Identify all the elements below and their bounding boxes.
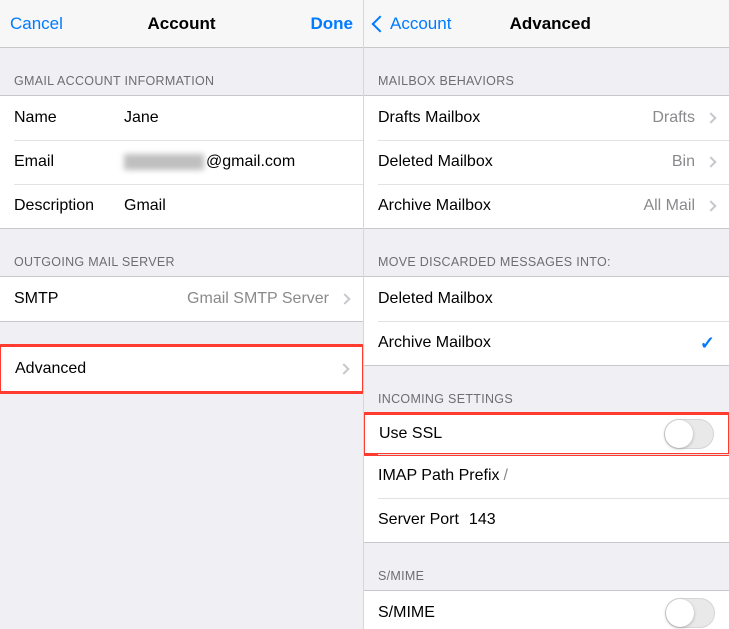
- archive-value: All Mail: [537, 197, 702, 215]
- row-server-port[interactable]: Server Port 143: [364, 498, 729, 542]
- group-advanced-highlight: Advanced: [0, 344, 364, 394]
- description-value: Gmail: [124, 197, 349, 215]
- navbar-title-account: Account: [80, 14, 283, 34]
- advanced-pane: Account Advanced MAILBOX BEHAVIORS Draft…: [364, 0, 729, 629]
- done-button[interactable]: Done: [283, 14, 353, 34]
- row-discarded-archive[interactable]: Archive Mailbox ✓: [364, 321, 729, 365]
- row-drafts-mailbox[interactable]: Drafts Mailbox Drafts: [364, 96, 729, 140]
- smtp-label: SMTP: [14, 290, 172, 308]
- chevron-left-icon: [372, 15, 389, 32]
- port-value: 143: [459, 511, 496, 529]
- description-label: Description: [14, 197, 124, 215]
- group-incoming: Use SSL IMAP Path Prefix / Server Port 1…: [364, 413, 729, 543]
- navbar-account: Cancel Account Done: [0, 0, 363, 48]
- section-account-info: GMAIL ACCOUNT INFORMATION: [0, 48, 363, 95]
- drafts-label: Drafts Mailbox: [378, 109, 537, 127]
- section-smime: S/MIME: [364, 543, 729, 590]
- checkmark-icon: ✓: [700, 333, 715, 354]
- row-smime[interactable]: S/MIME: [364, 591, 729, 629]
- row-description[interactable]: Description Gmail: [0, 184, 363, 228]
- section-incoming: INCOMING SETTINGS: [364, 366, 729, 413]
- cancel-button[interactable]: Cancel: [10, 14, 80, 34]
- chevron-right-icon: [339, 293, 350, 304]
- port-label: Server Port: [378, 511, 459, 529]
- smtp-value: Gmail SMTP Server: [172, 290, 336, 308]
- discarded-deleted-label: Deleted Mailbox: [378, 290, 715, 308]
- row-name[interactable]: Name Jane: [0, 96, 363, 140]
- row-advanced[interactable]: Advanced: [1, 347, 362, 391]
- redacted-icon: [124, 154, 204, 170]
- smime-toggle[interactable]: [665, 598, 715, 628]
- group-mailbox-behaviors: Drafts Mailbox Drafts Deleted Mailbox Bi…: [364, 95, 729, 229]
- group-account-info: Name Jane Email @gmail.com Description G…: [0, 95, 363, 229]
- row-imap-prefix[interactable]: IMAP Path Prefix /: [364, 454, 729, 498]
- section-outgoing: OUTGOING MAIL SERVER: [0, 229, 363, 276]
- row-deleted-mailbox[interactable]: Deleted Mailbox Bin: [364, 140, 729, 184]
- drafts-value: Drafts: [537, 109, 702, 127]
- imap-label: IMAP Path Prefix: [378, 467, 500, 485]
- deleted-label: Deleted Mailbox: [378, 153, 537, 171]
- account-pane: Cancel Account Done GMAIL ACCOUNT INFORM…: [0, 0, 364, 629]
- chevron-right-icon: [338, 363, 349, 374]
- back-button[interactable]: Account: [374, 14, 451, 34]
- name-label: Name: [14, 109, 124, 127]
- group-discarded: Deleted Mailbox Archive Mailbox ✓: [364, 276, 729, 366]
- navbar-title-advanced: Advanced: [451, 14, 649, 34]
- navbar-advanced: Account Advanced: [364, 0, 729, 48]
- discarded-archive-label: Archive Mailbox: [378, 334, 700, 352]
- section-discarded: MOVE DISCARDED MESSAGES INTO:: [364, 229, 729, 276]
- deleted-value: Bin: [537, 153, 702, 171]
- chevron-right-icon: [705, 200, 716, 211]
- ssl-toggle[interactable]: [664, 419, 714, 449]
- advanced-label: Advanced: [15, 360, 334, 378]
- group-smime: S/MIME: [364, 590, 729, 629]
- imap-value: /: [500, 467, 508, 485]
- row-use-ssl-highlight[interactable]: Use SSL: [364, 412, 729, 456]
- row-discarded-deleted[interactable]: Deleted Mailbox: [364, 277, 729, 321]
- name-value: Jane: [124, 109, 349, 127]
- row-archive-mailbox[interactable]: Archive Mailbox All Mail: [364, 184, 729, 228]
- row-smtp[interactable]: SMTP Gmail SMTP Server: [0, 277, 363, 321]
- chevron-right-icon: [705, 112, 716, 123]
- archive-label: Archive Mailbox: [378, 197, 537, 215]
- section-mailbox-behaviors: MAILBOX BEHAVIORS: [364, 48, 729, 95]
- row-email[interactable]: Email @gmail.com: [0, 140, 363, 184]
- toggle-knob-icon: [665, 420, 693, 448]
- chevron-right-icon: [705, 156, 716, 167]
- smime-label: S/MIME: [378, 604, 665, 622]
- ssl-label: Use SSL: [379, 425, 664, 443]
- email-label: Email: [14, 153, 124, 171]
- email-value: @gmail.com: [124, 153, 349, 171]
- toggle-knob-icon: [666, 599, 694, 627]
- group-outgoing: SMTP Gmail SMTP Server: [0, 276, 363, 322]
